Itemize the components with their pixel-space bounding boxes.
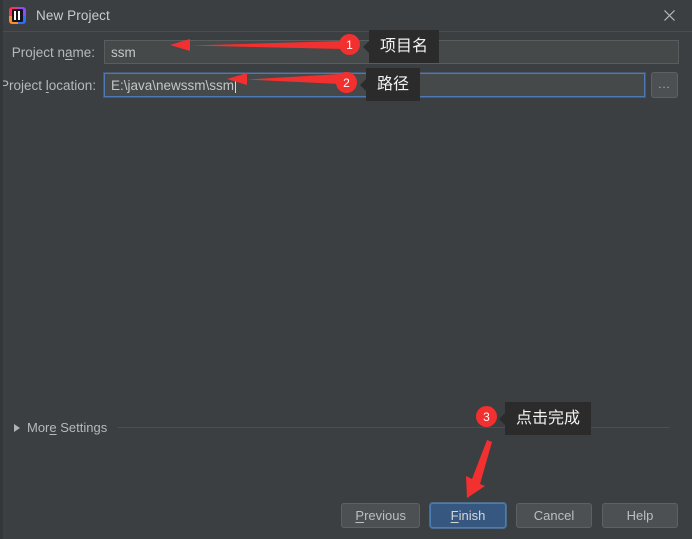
ellipsis-icon: ... [658,79,671,91]
cancel-label: Cancel [533,507,575,523]
browse-location-button[interactable]: ... [651,72,678,98]
finish-button[interactable]: Finish [430,502,506,528]
more-settings-label: More Settings [27,420,107,435]
project-location-label: Project location: [0,78,104,93]
dialog-content: Project name: ssm Project location: E:\j… [0,32,692,491]
previous-label-mnemonic: P [355,507,365,523]
project-name-input[interactable]: ssm [104,40,679,64]
intellij-idea-icon [9,7,26,24]
window-left-edge [0,0,3,539]
close-icon [663,10,675,21]
triangle-right-icon [14,423,20,432]
close-button[interactable] [646,0,692,31]
help-button[interactable]: Help [602,502,678,528]
finish-label-mnemonic: F [450,507,459,523]
project-location-value: E:\java\newssm\ssm [111,77,235,93]
project-name-row: Project name: ssm [0,38,692,66]
project-location-row: Project location: E:\java\newssm\ssm ... [0,70,692,100]
project-name-label-pre: Project n [11,44,65,60]
title-bar: New Project [0,0,692,32]
more-settings-expander[interactable]: More Settings [14,420,674,435]
more-settings-label-pre: Mor [27,420,50,435]
previous-label-post: revious [364,507,406,523]
project-location-field-group: E:\java\newssm\ssm ... [104,72,678,98]
cancel-button[interactable]: Cancel [516,502,592,528]
more-settings-label-mnemonic: e [49,420,57,435]
more-settings-label-post: Settings [56,420,108,435]
new-project-dialog: New Project Project name: ssm Project lo… [0,0,692,539]
dialog-button-bar: Previous Finish Cancel Help [0,491,692,539]
project-name-label-post: me: [72,44,95,60]
project-name-label: Project name: [0,45,104,60]
project-name-value: ssm [111,44,136,60]
help-label: Help [626,507,654,523]
project-location-label-post: ocation: [48,77,97,93]
project-location-input[interactable]: E:\java\newssm\ssm [104,73,645,97]
window-title: New Project [36,8,110,23]
finish-label-post: inish [458,507,486,523]
previous-button[interactable]: Previous [341,502,420,528]
text-caret [235,77,237,93]
more-settings-divider [118,427,670,428]
project-location-label-pre: Project [0,77,46,93]
